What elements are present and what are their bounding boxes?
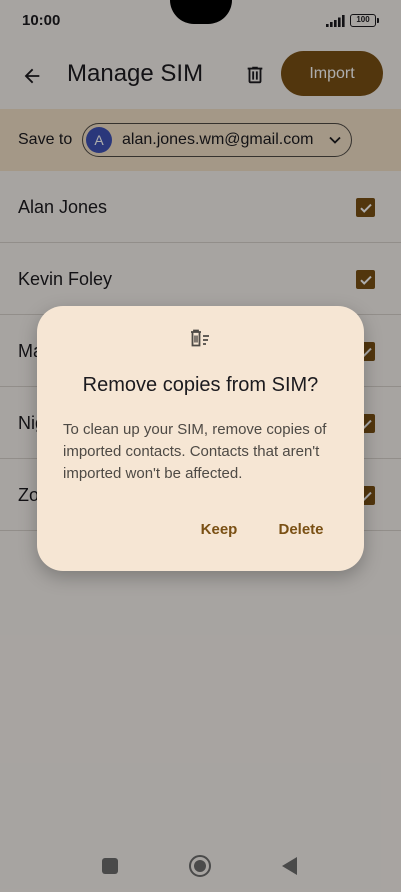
delete-confirm-button[interactable]: Delete (273, 514, 329, 544)
dialog-body: To clean up your SIM, remove copies of i… (63, 421, 327, 482)
delete-sweep-icon (191, 329, 209, 347)
remove-copies-dialog: Remove copies from SIM? To clean up your… (37, 306, 364, 571)
keep-button[interactable]: Keep (197, 514, 241, 544)
dialog-title: Remove copies from SIM? (82, 374, 319, 396)
